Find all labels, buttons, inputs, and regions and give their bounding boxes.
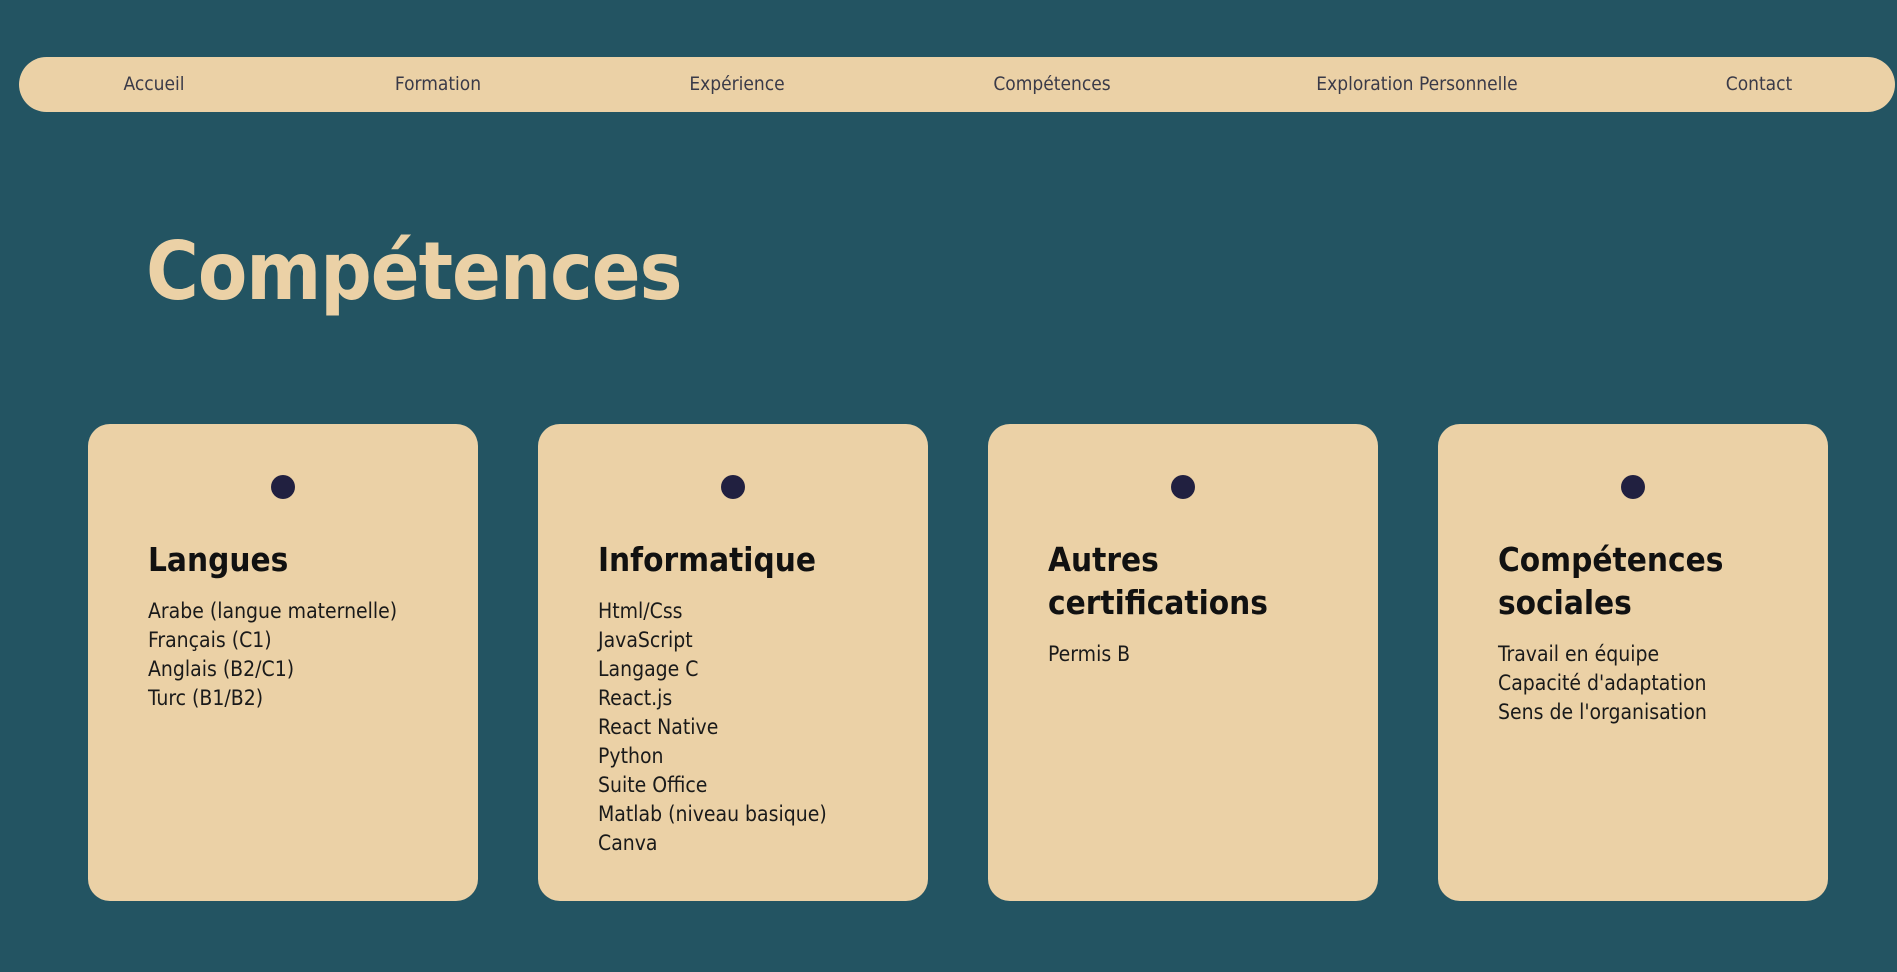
main-navbar: Accueil Formation Expérience Compétences… [19, 57, 1895, 112]
card-skill-list: Arabe (langue maternelle) Français (C1) … [148, 597, 468, 713]
card-title: Compétences sociales [1498, 540, 1724, 622]
nav-link-exploration-personnelle[interactable]: Exploration Personnelle [1316, 57, 1517, 112]
skill-item: React.js [598, 686, 673, 710]
skill-item: Capacité d'adaptation [1498, 671, 1707, 695]
card-skill-list: Html/Css JavaScript Langage C React.js R… [598, 597, 918, 858]
skill-item: Permis B [1048, 642, 1131, 666]
card-dot-icon [1621, 475, 1645, 499]
card-dot-icon [721, 475, 745, 499]
nav-link-competences[interactable]: Compétences [993, 57, 1110, 112]
skill-card-competences-sociales: Compétences sociales Travail en équipe C… [1438, 424, 1828, 901]
skill-item: Canva [598, 831, 658, 855]
nav-link-accueil[interactable]: Accueil [123, 57, 184, 112]
card-dot-icon [1171, 475, 1195, 499]
skill-card-autres-certifications: Autres certifications Permis B [988, 424, 1378, 901]
nav-link-experience[interactable]: Expérience [689, 57, 784, 112]
card-title: Autres certifications [1048, 540, 1268, 622]
skill-card-informatique: Informatique Html/Css JavaScript Langage… [538, 424, 928, 901]
skill-item: Anglais (B2/C1) [148, 657, 295, 681]
card-title: Informatique [598, 540, 816, 579]
card-skill-list: Travail en équipe Capacité d'adaptation … [1498, 640, 1818, 727]
page-title: Compétences [146, 225, 682, 318]
nav-link-contact[interactable]: Contact [1726, 57, 1793, 112]
card-dot-icon [271, 475, 295, 499]
skill-item: Turc (B1/B2) [148, 686, 264, 710]
nav-link-formation[interactable]: Formation [395, 57, 481, 112]
skill-item: Arabe (langue maternelle) [148, 599, 398, 623]
card-skill-list: Permis B [1048, 640, 1368, 669]
skill-item: Français (C1) [148, 628, 272, 652]
skill-item: Travail en équipe [1498, 642, 1660, 666]
skill-item: Html/Css [598, 599, 683, 623]
skill-item: Langage C [598, 657, 699, 681]
skill-item: Matlab (niveau basique) [598, 802, 827, 826]
skill-item: Suite Office [598, 773, 708, 797]
skill-card-langues: Langues Arabe (langue maternelle) França… [88, 424, 478, 901]
skill-item: JavaScript [598, 628, 693, 652]
skill-item: Sens de l'organisation [1498, 700, 1707, 724]
card-title: Langues [148, 540, 289, 579]
skill-item: Python [598, 744, 664, 768]
skill-item: React Native [598, 715, 719, 739]
